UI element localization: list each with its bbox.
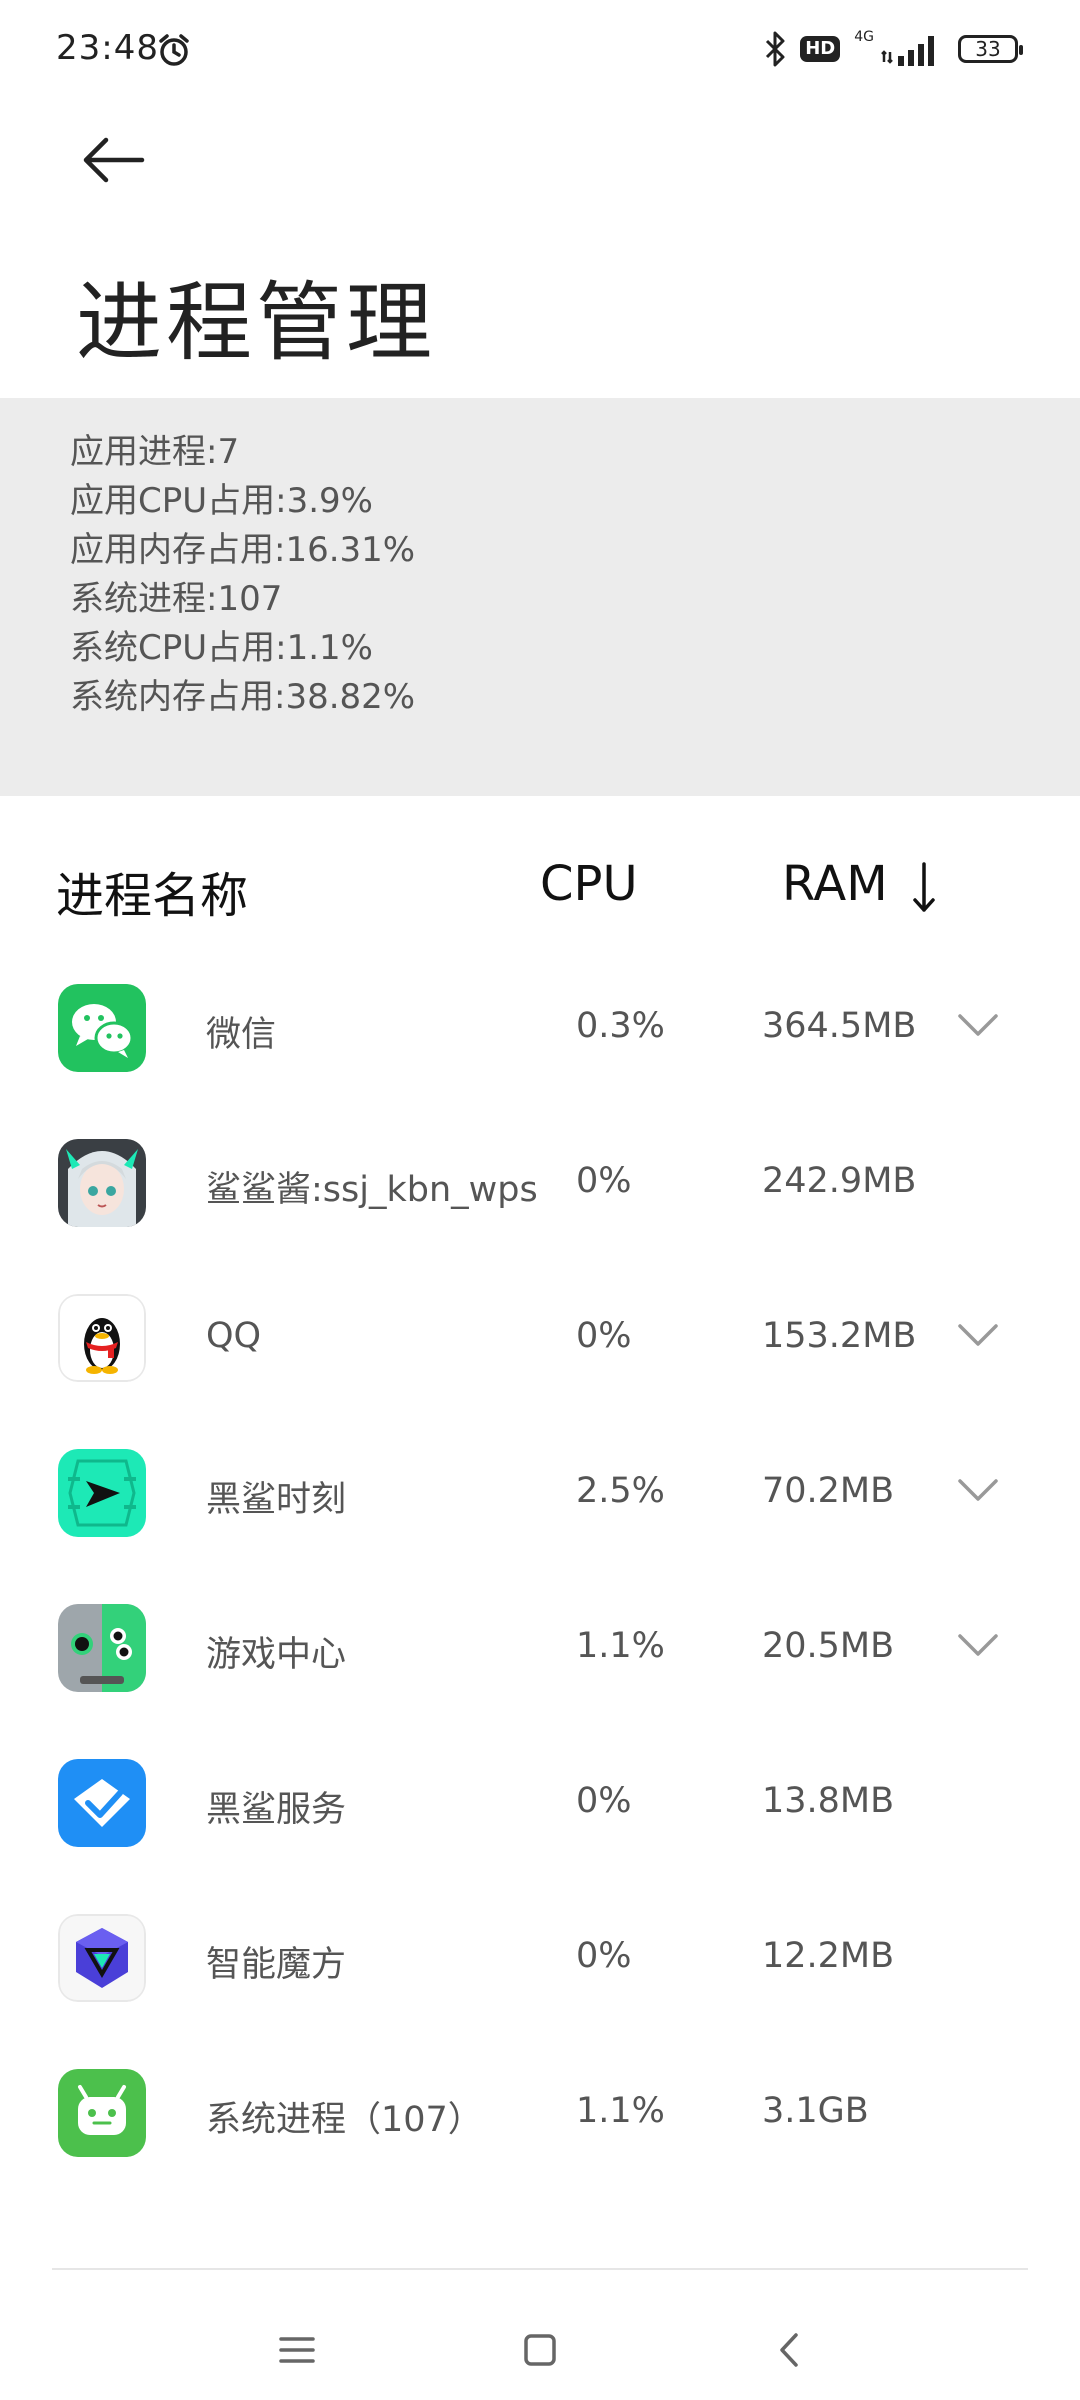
battery-level: 33 [975, 37, 1001, 61]
process-ram: 364.5MB [762, 1006, 917, 1046]
process-cpu: 1.1% [576, 2091, 665, 2131]
process-cpu: 0.3% [576, 1006, 665, 1046]
process-cpu: 0% [576, 1161, 632, 1201]
process-ram: 3.1GB [762, 2091, 869, 2131]
square-icon [524, 2334, 556, 2366]
process-ram: 70.2MB [762, 1471, 895, 1511]
process-row[interactable]: 智能魔方 0% 12.2MB [0, 1882, 1080, 2037]
table-header: 进程名称 CPU RAM [0, 852, 1080, 932]
process-cpu: 2.5% [576, 1471, 665, 1511]
nav-back-button[interactable] [758, 2320, 818, 2380]
process-ram: 12.2MB [762, 1936, 895, 1976]
battery-indicator: 33 [958, 35, 1023, 63]
chevron-left-icon [780, 2333, 798, 2367]
qq-penguin-icon [58, 1294, 146, 1382]
blackshark-service-icon [58, 1759, 146, 1847]
page-title: 进程管理 [76, 273, 436, 373]
process-ram: 20.5MB [762, 1626, 895, 1666]
chevron-down-icon[interactable] [956, 1320, 1000, 1350]
process-row[interactable]: 系统进程（107） 1.1% 3.1GB [0, 2037, 1080, 2192]
sort-descending-icon [913, 862, 935, 912]
status-bar: 23:48 HD 4G 33 [0, 0, 1080, 100]
summary-system-process-count: 系统进程:107 [70, 579, 283, 619]
network-type: 4G [854, 29, 874, 45]
recent-apps-button[interactable] [267, 2320, 327, 2380]
process-name: 微信 [206, 1015, 277, 1055]
chevron-down-icon[interactable] [956, 1475, 1000, 1505]
process-cpu: 0% [576, 1936, 632, 1976]
process-name: 鲨鲨酱:ssj_kbn_wps [206, 1170, 538, 1210]
menu-icon [279, 2337, 315, 2363]
process-row[interactable]: 微信 0.3% 364.5MB [0, 952, 1080, 1107]
bluetooth-icon [766, 31, 785, 67]
nav-divider [52, 2268, 1028, 2270]
column-header-ram[interactable]: RAM [782, 856, 937, 914]
process-ram: 153.2MB [762, 1316, 917, 1356]
process-name: QQ [206, 1316, 262, 1356]
hd-badge: HD [800, 36, 841, 62]
chevron-down-icon[interactable] [956, 1630, 1000, 1660]
chevron-down-icon[interactable] [956, 1010, 1000, 1040]
status-time: 23:48 [56, 28, 159, 68]
alarm-clock-icon [159, 34, 189, 66]
signal-strength-icon [881, 36, 934, 66]
home-button[interactable] [510, 2320, 570, 2380]
summary-app-cpu: 应用CPU占用:3.9% [70, 481, 373, 521]
process-row[interactable]: 鲨鲨酱:ssj_kbn_wps 0% 242.9MB [0, 1107, 1080, 1262]
process-row[interactable]: 黑鲨服务 0% 13.8MB [0, 1727, 1080, 1882]
process-cpu: 0% [576, 1781, 632, 1821]
wechat-icon [58, 984, 146, 1072]
process-name: 游戏中心 [206, 1635, 347, 1675]
game-center-icon [58, 1604, 146, 1692]
summary-panel: 应用进程:7 应用CPU占用:3.9% 应用内存占用:16.31% 系统进程:1… [0, 398, 1080, 796]
process-list: 微信 0.3% 364.5MB 鲨鲨酱:ssj_kbn_wps 0% 242.9… [0, 952, 1080, 2192]
summary-app-process-count: 应用进程:7 [70, 432, 240, 472]
column-header-name[interactable]: 进程名称 [56, 856, 248, 926]
summary-list: 应用进程:7 应用CPU占用:3.9% 应用内存占用:16.31% 系统进程:1… [70, 428, 415, 722]
smart-cube-icon [58, 1914, 146, 2002]
process-name: 智能魔方 [206, 1945, 347, 1985]
process-cpu: 0% [576, 1316, 632, 1356]
process-name: 黑鲨服务 [206, 1790, 347, 1830]
blackshark-moment-icon [58, 1449, 146, 1537]
process-row[interactable]: 游戏中心 1.1% 20.5MB [0, 1572, 1080, 1727]
process-name: 系统进程（107） [206, 2100, 483, 2140]
back-arrow-icon [83, 137, 145, 183]
process-name: 黑鲨时刻 [206, 1480, 347, 1520]
summary-app-memory: 应用内存占用:16.31% [70, 530, 416, 570]
process-ram: 13.8MB [762, 1781, 895, 1821]
back-button[interactable] [78, 130, 150, 190]
anime-avatar-icon [58, 1139, 146, 1227]
process-ram: 242.9MB [762, 1161, 917, 1201]
summary-system-cpu: 系统CPU占用:1.1% [70, 628, 373, 668]
navigation-bar [0, 2300, 1080, 2400]
process-row[interactable]: QQ 0% 153.2MB [0, 1262, 1080, 1417]
summary-system-memory: 系统内存占用:38.82% [70, 677, 416, 717]
process-cpu: 1.1% [576, 1626, 665, 1666]
process-row[interactable]: 黑鲨时刻 2.5% 70.2MB [0, 1417, 1080, 1572]
column-header-ram-label: RAM [782, 856, 888, 912]
android-system-icon [58, 2069, 146, 2157]
column-header-cpu[interactable]: CPU [540, 856, 638, 912]
